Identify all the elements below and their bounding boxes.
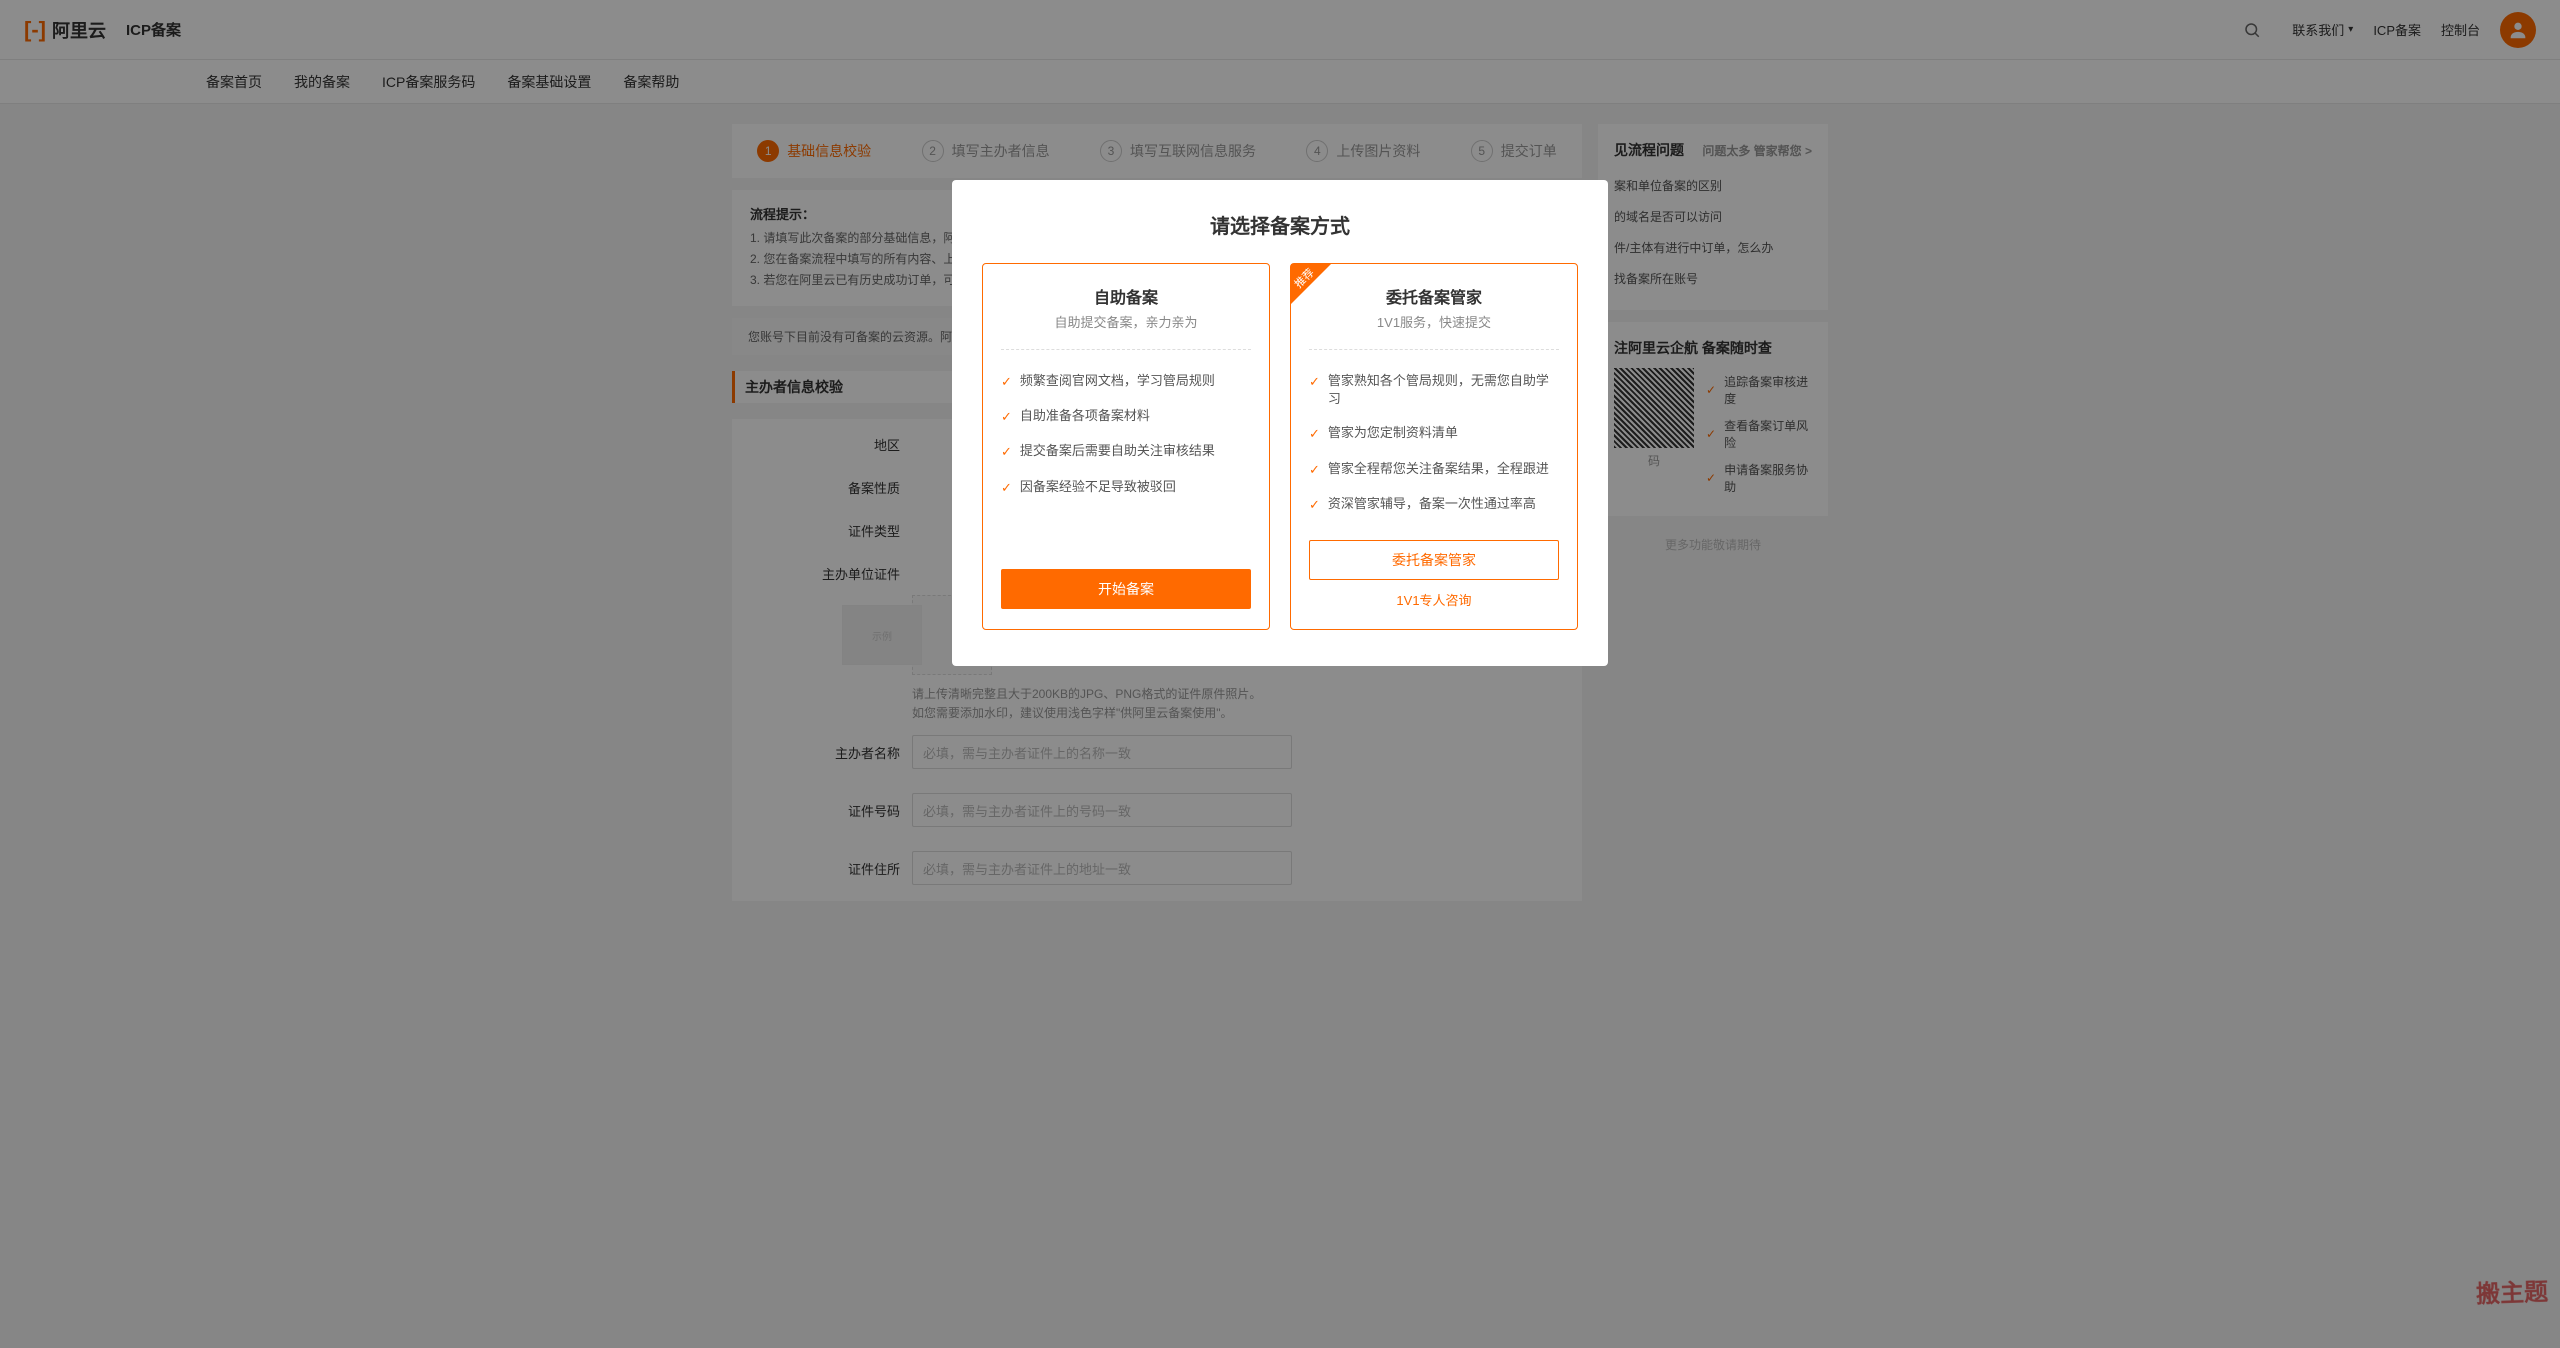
filing-method-modal: 请选择备案方式 自助备案 自助提交备案，亲力亲为 ✓频繁查阅官网文档，学习管局规… bbox=[952, 180, 1608, 666]
self-filing-card: 自助备案 自助提交备案，亲力亲为 ✓频繁查阅官网文档，学习管局规则 ✓自助准备各… bbox=[982, 263, 1270, 630]
agent-card-subtitle: 1V1服务，快速提交 bbox=[1309, 312, 1559, 331]
agent-filing-card: 推荐 委托备案管家 1V1服务，快速提交 ✓管家熟知各个管局规则，无需您自助学习… bbox=[1290, 263, 1578, 630]
agent-filing-button[interactable]: 委托备案管家 bbox=[1309, 540, 1559, 580]
self-card-subtitle: 自助提交备案，亲力亲为 bbox=[1001, 312, 1251, 331]
check-icon: ✓ bbox=[1309, 425, 1320, 443]
divider bbox=[1309, 349, 1559, 350]
check-icon: ✓ bbox=[1309, 496, 1320, 514]
self-feature: ✓提交备案后需要自助关注审核结果 bbox=[1001, 434, 1251, 469]
agent-card-title: 委托备案管家 bbox=[1309, 284, 1559, 308]
self-card-title: 自助备案 bbox=[1001, 284, 1251, 308]
agent-feature: ✓管家熟知各个管局规则，无需您自助学习 bbox=[1309, 364, 1559, 416]
divider bbox=[1001, 349, 1251, 350]
self-feature: ✓因备案经验不足导致被驳回 bbox=[1001, 470, 1251, 505]
self-feature: ✓自助准备各项备案材料 bbox=[1001, 399, 1251, 434]
check-icon: ✓ bbox=[1001, 408, 1012, 426]
modal-title: 请选择备案方式 bbox=[982, 210, 1578, 239]
consult-link[interactable]: 1V1专人咨询 bbox=[1309, 590, 1559, 609]
check-icon: ✓ bbox=[1001, 443, 1012, 461]
check-icon: ✓ bbox=[1309, 373, 1320, 391]
agent-feature: ✓管家全程帮您关注备案结果，全程跟进 bbox=[1309, 452, 1559, 487]
modal-overlay: 请选择备案方式 自助备案 自助提交备案，亲力亲为 ✓频繁查阅官网文档，学习管局规… bbox=[0, 0, 2560, 1348]
check-icon: ✓ bbox=[1309, 461, 1320, 479]
agent-feature: ✓管家为您定制资料清单 bbox=[1309, 416, 1559, 451]
agent-feature: ✓资深管家辅导，备案一次性通过率高 bbox=[1309, 487, 1559, 522]
check-icon: ✓ bbox=[1001, 479, 1012, 497]
self-feature: ✓频繁查阅官网文档，学习管局规则 bbox=[1001, 364, 1251, 399]
start-self-filing-button[interactable]: 开始备案 bbox=[1001, 569, 1251, 609]
check-icon: ✓ bbox=[1001, 373, 1012, 391]
